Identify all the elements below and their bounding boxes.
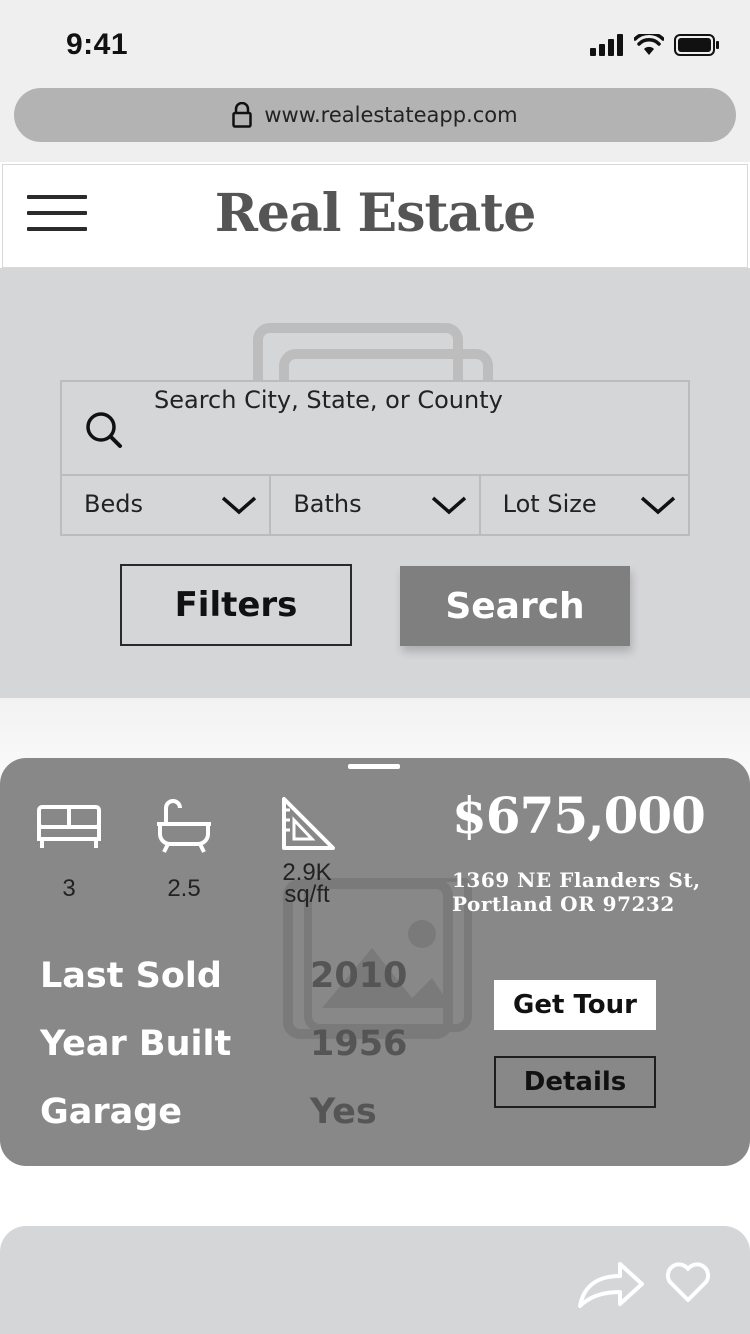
- heart-icon[interactable]: [664, 1260, 712, 1304]
- lock-icon: [232, 102, 253, 128]
- status-bar: 9:41 www.realestateapp.com: [0, 0, 750, 162]
- address-line-2: Portland OR 97232: [452, 892, 675, 916]
- square-feet-feature: 2.9K sq/ft: [272, 796, 342, 908]
- wifi-icon: [634, 34, 664, 55]
- drag-handle[interactable]: [348, 764, 400, 769]
- search-placeholder: Search City, State, or County: [154, 386, 503, 414]
- square-feet-unit: sq/ft: [284, 881, 330, 908]
- url-bar[interactable]: www.realestateapp.com: [14, 88, 736, 142]
- details-button[interactable]: Details: [494, 1056, 656, 1108]
- last-sold-label: Last Sold: [40, 956, 222, 996]
- search-input[interactable]: Search City, State, or County: [60, 380, 690, 476]
- ruler-triangle-icon: [282, 797, 335, 850]
- url-text: www.realestateapp.com: [264, 103, 518, 127]
- baths-label: Baths: [293, 490, 362, 518]
- signal-icon: [590, 34, 623, 56]
- beds-dropdown[interactable]: Beds: [62, 476, 272, 534]
- address-line-1: 1369 NE Flanders St,: [452, 868, 701, 892]
- garage-label: Garage: [40, 1092, 183, 1132]
- chevron-down-icon: [431, 496, 466, 515]
- bed-icon: [37, 805, 101, 848]
- chevron-down-icon: [222, 496, 257, 515]
- bathtub-icon: [157, 799, 211, 853]
- battery-icon: [674, 34, 719, 56]
- app-title: Real Estate: [214, 183, 537, 244]
- app-header: Real Estate: [2, 164, 748, 268]
- listing-card[interactable]: 3 2.5 2.9K sq/ft $675,000 1369 NE Flande…: [0, 758, 750, 1166]
- search-hero: Search City, State, or County Beds Baths…: [0, 268, 750, 698]
- chevron-down-icon: [640, 496, 676, 515]
- bedrooms-feature: 3: [36, 804, 102, 902]
- bathrooms-value: 2.5: [167, 875, 201, 902]
- filters-button[interactable]: Filters: [120, 564, 352, 646]
- next-listing-card[interactable]: [0, 1226, 750, 1334]
- bathrooms-feature: 2.5: [152, 798, 216, 902]
- listing-price: $675,000: [452, 786, 706, 845]
- get-tour-button[interactable]: Get Tour: [494, 980, 656, 1030]
- status-icons: [590, 34, 720, 56]
- year-built-label: Year Built: [40, 1024, 232, 1064]
- last-sold-value: 2010: [310, 956, 408, 996]
- baths-dropdown[interactable]: Baths: [271, 476, 481, 534]
- listing-address: 1369 NE Flanders St, Portland OR 97232: [452, 868, 701, 916]
- status-time: 9:41: [66, 28, 129, 61]
- search-button[interactable]: Search: [400, 566, 630, 646]
- beds-label: Beds: [84, 490, 143, 518]
- bedrooms-value: 3: [62, 875, 76, 902]
- lot-size-dropdown[interactable]: Lot Size: [480, 476, 688, 534]
- lot-size-label: Lot Size: [502, 490, 597, 518]
- garage-value: Yes: [310, 1092, 377, 1132]
- share-icon[interactable]: [576, 1260, 644, 1310]
- year-built-value: 1956: [310, 1024, 408, 1064]
- search-icon: [86, 412, 122, 448]
- filter-dropdowns: Beds Baths Lot Size: [60, 474, 690, 536]
